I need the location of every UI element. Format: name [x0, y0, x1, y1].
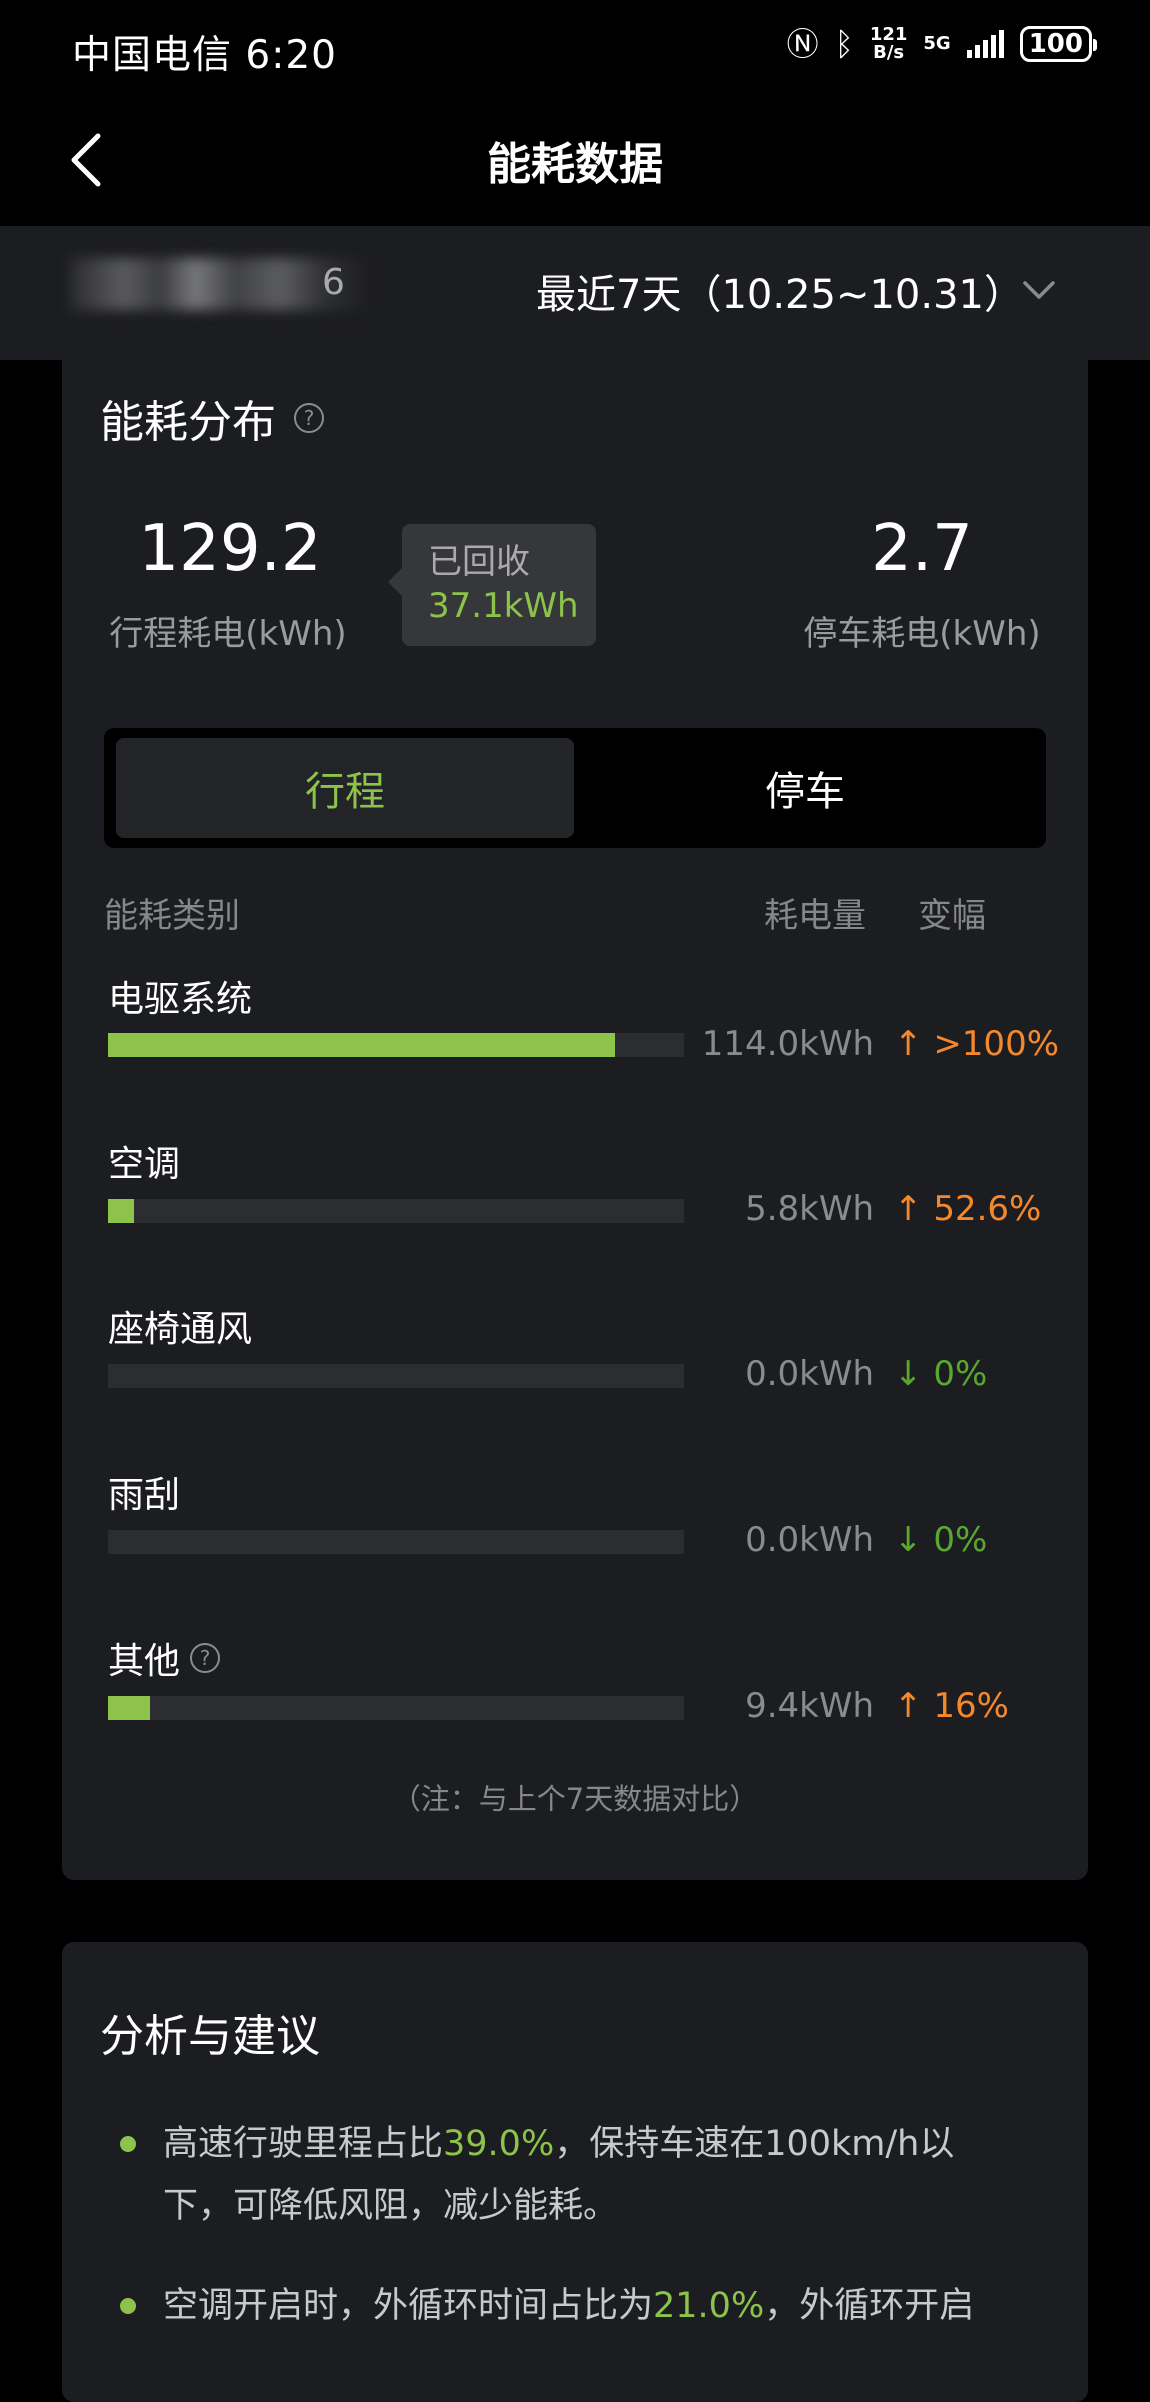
category-bar-other [108, 1696, 684, 1720]
change-value: 0% [933, 1354, 988, 1394]
change-value: 0% [933, 1520, 988, 1560]
arrow-up-icon: ↑ [894, 1686, 923, 1726]
advice-item-highway: 高速行驶里程占比39.0%，保持车速在100km/h以下，可降低风阻，减少能耗。 [163, 2113, 1003, 2237]
bullet-dot [120, 2136, 136, 2152]
category-label-other: 其他 [108, 1641, 181, 1682]
category-bar-fill [108, 1696, 151, 1720]
net-speed-unit: B/s [873, 42, 905, 63]
column-header-change: 变幅 [918, 896, 986, 936]
category-change-seat-ventilation: ↓ 0% [894, 1354, 987, 1394]
comparison-note: （注：与上个7天数据对比） [391, 1782, 759, 1816]
category-change-wiper: ↓ 0% [894, 1520, 987, 1560]
category-value-other: 9.4kWh [745, 1686, 874, 1726]
recovered-energy-tooltip: 已回收 37.1kWh [388, 524, 596, 646]
recovered-label: 已回收 [428, 542, 530, 582]
date-range-selector[interactable]: 最近7天（10.25~10.31） [536, 262, 1024, 320]
category-bar-ac [108, 1199, 684, 1223]
vehicle-name-suffix: 6 [322, 262, 345, 303]
category-label-other-group: 其他 ? [108, 1632, 221, 1684]
category-change-ac: ↑ 52.6% [894, 1189, 1041, 1229]
tab-parking[interactable]: 停车 [576, 738, 1034, 838]
bluetooth-icon: ᛒ [834, 25, 854, 63]
category-value-ac: 5.8kWh [745, 1189, 874, 1229]
category-label-drive-system: 电驱系统 [108, 979, 253, 1020]
battery-icon: 100 [1019, 26, 1098, 62]
advice-text: ，外循环开启 [764, 2286, 975, 2326]
arrow-up-icon: ↑ [894, 1024, 923, 1064]
category-value-drive-system: 114.0kWh [701, 1024, 874, 1064]
category-value-wiper: 0.0kWh [745, 1520, 874, 1560]
signal-icon [966, 30, 1004, 58]
energy-distribution-title: 能耗分布 [100, 397, 276, 448]
driving-consumption-label: 行程耗电(kWh) [109, 614, 347, 654]
advice-text: 高速行驶里程占比 [163, 2124, 444, 2164]
network-type: 5G [923, 33, 951, 54]
question-circle-icon[interactable]: ? [294, 403, 324, 433]
vehicle-name-blurred[interactable]: 6 [70, 258, 370, 310]
energy-distribution-header: 能耗分布 ? [100, 386, 324, 450]
driving-consumption-value: 129.2 [138, 512, 322, 586]
advice-highlight: 21.0% [653, 2286, 765, 2326]
tab-trip[interactable]: 行程 [116, 738, 574, 838]
bullet-dot [120, 2298, 136, 2314]
parking-consumption-label: 停车耗电(kWh) [803, 614, 1041, 654]
column-header-category: 能耗类别 [104, 896, 240, 936]
category-label-ac: 空调 [108, 1144, 181, 1185]
analysis-title: 分析与建议 [100, 2011, 320, 2062]
category-change-other: ↑ 16% [894, 1686, 1009, 1726]
category-bar-drive-system [108, 1033, 684, 1057]
status-icons: Ⓝ ᛒ 121 B/s 5G 100 [786, 25, 1098, 63]
nfc-icon: Ⓝ [786, 25, 819, 63]
category-bar-fill [108, 1199, 134, 1223]
change-value: >100% [933, 1024, 1060, 1064]
category-bar-fill [108, 1033, 615, 1057]
category-label-seat-ventilation: 座椅通风 [108, 1309, 253, 1350]
status-carrier-time: 中国电信 6:20 [72, 33, 337, 78]
parking-consumption-value: 2.7 [871, 512, 973, 586]
change-value: 52.6% [933, 1189, 1042, 1229]
chevron-down-icon[interactable] [1022, 278, 1056, 302]
arrow-up-icon: ↑ [894, 1189, 923, 1229]
column-header-consumption: 耗电量 [764, 896, 866, 936]
recovered-value: 37.1kWh [428, 586, 579, 626]
category-label-wiper: 雨刮 [108, 1475, 181, 1516]
category-value-seat-ventilation: 0.0kWh [745, 1354, 874, 1394]
page-title: 能耗数据 [487, 139, 663, 190]
category-bar-seat-ventilation [108, 1364, 684, 1388]
category-change-drive-system: ↑ >100% [894, 1024, 1059, 1064]
arrow-down-icon: ↓ [894, 1520, 923, 1560]
category-bar-wiper [108, 1530, 684, 1554]
question-circle-icon[interactable]: ? [190, 1643, 221, 1673]
advice-item-ac-circulation: 空调开启时，外循环时间占比为21.0%，外循环开启 [163, 2275, 1003, 2337]
advice-highlight: 39.0% [443, 2124, 555, 2164]
net-speed: 121 B/s [870, 26, 908, 62]
change-value: 16% [933, 1686, 1009, 1726]
arrow-down-icon: ↓ [894, 1354, 923, 1394]
trip-parking-tabs: 行程 停车 [104, 728, 1046, 848]
advice-text: 空调开启时，外循环时间占比为 [163, 2286, 654, 2326]
